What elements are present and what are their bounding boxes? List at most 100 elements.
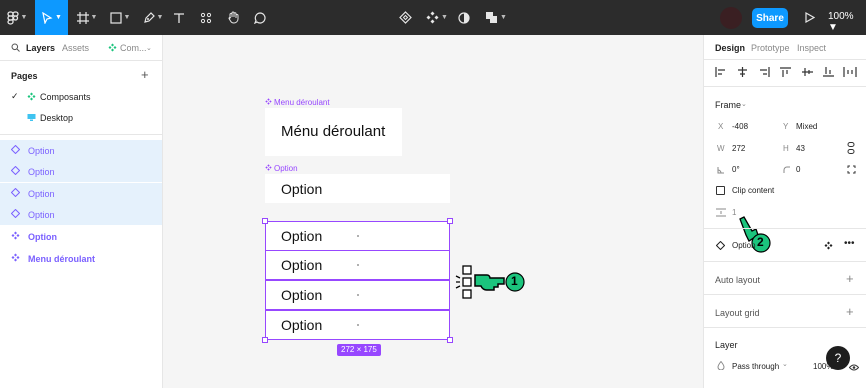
layer-option-instance[interactable]: Option — [0, 140, 162, 161]
auto-layout-suggestion-icon[interactable]: 1 — [453, 263, 527, 306]
tab-prototype[interactable]: Prototype — [751, 43, 790, 53]
go-to-component-icon[interactable] — [824, 241, 833, 253]
component-name[interactable]: Option — [732, 241, 756, 250]
chevron-down-icon: ▼ — [55, 14, 62, 21]
menu-component-label[interactable]: Menu déroulant — [265, 98, 330, 107]
corner-radius-input[interactable]: 0 — [796, 165, 800, 174]
component-icon — [398, 11, 412, 24]
menu-frame[interactable]: Ménu déroulant — [265, 108, 402, 156]
add-auto-layout-icon[interactable]: + — [846, 272, 854, 285]
create-component-button[interactable] — [396, 0, 414, 35]
layout-grid-label: Layout grid — [715, 308, 760, 318]
blend-mode-dropdown[interactable]: Pass through — [732, 362, 779, 371]
align-center-v-icon[interactable] — [802, 67, 813, 80]
clip-content-checkbox[interactable] — [716, 186, 725, 195]
resize-handle[interactable] — [447, 337, 453, 343]
y-label: Y — [783, 122, 789, 131]
divider — [704, 294, 866, 295]
hand-tool-button[interactable] — [223, 0, 243, 35]
chevron-down-icon: ▼ — [500, 14, 507, 21]
component-name: Option — [274, 164, 298, 173]
resize-handle[interactable] — [262, 218, 268, 224]
frame-section-title[interactable]: Frame — [715, 100, 741, 110]
option-component-label[interactable]: Option — [265, 164, 298, 173]
help-button[interactable]: ? — [826, 346, 850, 370]
zoom-dropdown[interactable]: 100% ▼ — [828, 11, 866, 33]
resize-handle[interactable] — [262, 337, 268, 343]
constrain-proportions-icon[interactable] — [847, 142, 855, 157]
layer-menu-component[interactable]: Menu déroulant — [0, 248, 162, 269]
align-right-icon[interactable] — [759, 67, 770, 80]
comment-tool-button[interactable] — [250, 0, 270, 35]
tab-inspect[interactable]: Inspect — [797, 43, 826, 53]
variants-button[interactable]: ▼ — [424, 0, 450, 35]
layer-option-component[interactable]: Option — [0, 226, 162, 247]
page-item-desktop[interactable]: Desktop — [0, 108, 162, 128]
align-bottom-icon[interactable] — [823, 67, 834, 80]
canvas[interactable]: Menu déroulant Ménu déroulant Option Opt… — [163, 35, 703, 388]
text-tool-button[interactable] — [170, 0, 188, 35]
width-input[interactable]: 272 — [732, 144, 745, 153]
boolean-button[interactable]: ▼ — [484, 0, 508, 35]
search-icon[interactable] — [11, 43, 20, 54]
independent-corners-icon[interactable] — [847, 165, 856, 177]
center-dot — [357, 294, 359, 296]
checkmark-icon: ✓ — [11, 91, 19, 101]
user-avatar[interactable] — [720, 7, 742, 29]
left-panel: Layers Assets Com... ⌄ Pages + ✓ Composa… — [0, 35, 163, 388]
option-frame[interactable]: Option — [265, 174, 450, 203]
resources-button[interactable] — [196, 0, 216, 35]
zoom-label: 100% — [828, 11, 854, 22]
divider — [704, 86, 866, 87]
annotation-cursor-icon: 2 — [734, 215, 774, 258]
row-label: Option — [281, 257, 323, 273]
selected-option-row[interactable]: Option — [265, 250, 450, 280]
chevron-down-icon[interactable]: ⌄ — [146, 44, 152, 52]
shape-tool-button[interactable]: ▼ — [105, 0, 135, 35]
add-layout-grid-icon[interactable]: + — [846, 305, 854, 318]
add-page-icon[interactable]: + — [141, 68, 149, 81]
pen-tool-button[interactable]: ▼ — [138, 0, 168, 35]
move-tool-button[interactable]: ▼ — [35, 0, 68, 35]
rotation-input[interactable]: 0° — [732, 165, 740, 174]
layer-option-instance[interactable]: Option — [0, 204, 162, 225]
frame-tool-button[interactable]: ▼ — [72, 0, 102, 35]
page-component-icon — [108, 43, 117, 54]
page-switcher[interactable]: Com... — [120, 43, 147, 53]
chevron-down-icon[interactable]: ⌄ — [782, 360, 788, 368]
align-center-h-icon[interactable] — [737, 67, 748, 80]
chevron-down-icon[interactable]: ⌄ — [741, 100, 747, 108]
more-options-icon[interactable]: ••• — [844, 238, 855, 249]
y-input[interactable]: Mixed — [796, 122, 817, 131]
tab-assets[interactable]: Assets — [62, 43, 89, 53]
page-item-composants[interactable]: ✓ Composants — [0, 87, 162, 107]
selected-option-row[interactable]: Option — [265, 310, 450, 340]
layer-option-instance[interactable]: Option — [0, 183, 162, 204]
selected-option-row[interactable]: Option — [265, 280, 450, 310]
resize-handle[interactable] — [447, 218, 453, 224]
size-badge: 272 × 175 — [337, 344, 381, 356]
chevron-down-icon: ▼ — [441, 14, 448, 21]
chevron-down-icon: ▼ — [828, 22, 838, 33]
layer-option-instance[interactable]: Option — [0, 161, 162, 182]
visibility-eye-icon[interactable] — [848, 362, 860, 374]
height-input[interactable]: 43 — [796, 144, 805, 153]
tab-layers[interactable]: Layers — [26, 43, 55, 53]
present-button[interactable] — [800, 0, 820, 35]
rotation-icon — [717, 165, 725, 177]
x-input[interactable]: -408 — [732, 122, 748, 131]
instance-icon — [10, 144, 21, 156]
selected-option-row[interactable]: Option — [265, 221, 450, 251]
main-menu-button[interactable]: ▼ — [0, 0, 34, 35]
share-button[interactable]: Share — [752, 8, 788, 28]
page-label: Composants — [40, 92, 91, 102]
desktop-icon — [27, 113, 36, 124]
tab-design[interactable]: Design — [715, 43, 745, 53]
text-tool-icon — [173, 12, 185, 24]
distribute-icon[interactable] — [843, 67, 857, 80]
mask-button[interactable] — [456, 0, 472, 35]
align-left-icon[interactable] — [715, 67, 726, 80]
figma-logo-icon — [6, 10, 19, 25]
chevron-down-icon: ▼ — [20, 14, 28, 21]
align-top-icon[interactable] — [780, 67, 791, 80]
